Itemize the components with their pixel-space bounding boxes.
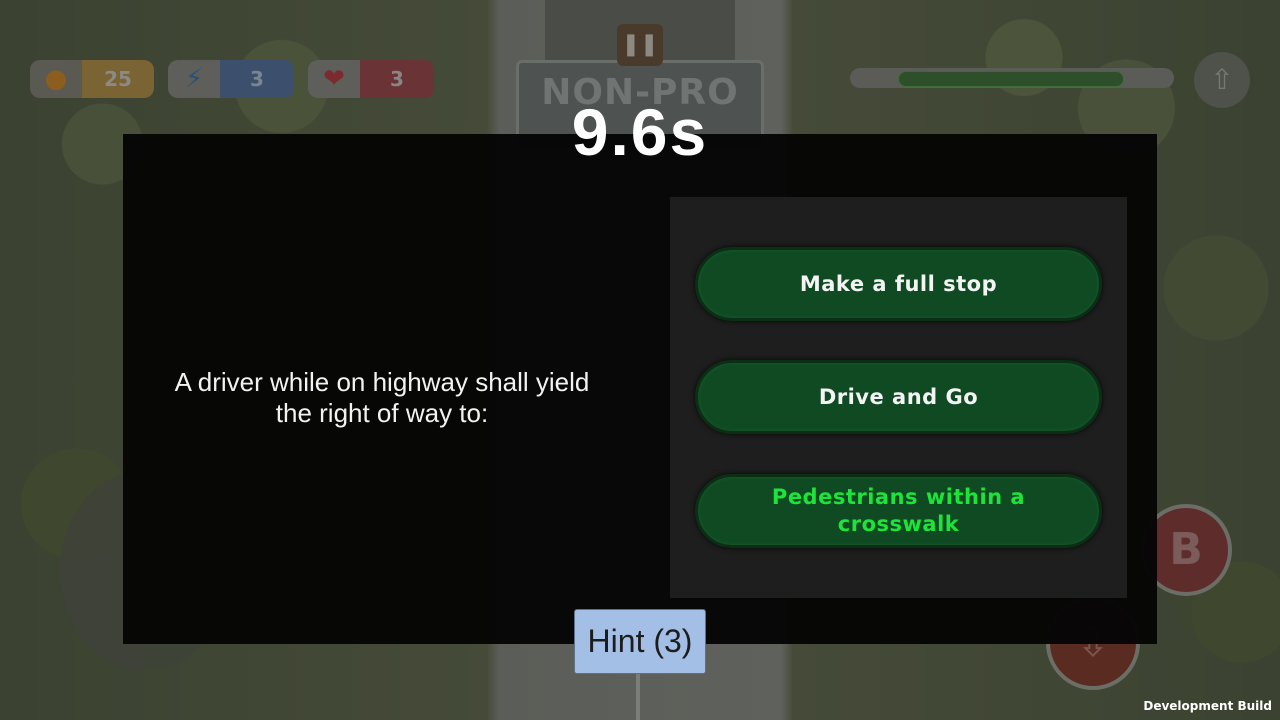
answer-button-2[interactable]: Drive and Go (695, 360, 1102, 434)
pause-icon: ❚❚ (621, 32, 659, 57)
energy-value: 3 (220, 60, 294, 98)
coins-counter: ● 25 (30, 60, 154, 98)
heart-icon: ❤ (308, 60, 360, 98)
development-build-label: Development Build (1143, 699, 1272, 713)
quiz-timer: 9.6s (571, 95, 709, 169)
coin-icon: ● (30, 60, 82, 98)
level-progress-bar (850, 68, 1174, 88)
lightning-icon: ⚡ (168, 60, 220, 98)
coins-value: 25 (82, 60, 154, 98)
level-progress-fill (898, 71, 1125, 87)
arrow-up-icon: ⇧ (1210, 63, 1234, 96)
lives-counter: ❤ 3 (308, 60, 434, 98)
lives-value: 3 (360, 60, 434, 98)
answer-button-3[interactable]: Pedestrians within a crosswalk (695, 474, 1102, 548)
answer-button-1[interactable]: Make a full stop (695, 247, 1102, 321)
quiz-question: A driver while on highway shall yield th… (174, 367, 590, 428)
energy-counter: ⚡ 3 (168, 60, 294, 98)
pause-button[interactable]: ❚❚ (617, 24, 663, 66)
b-button-label: B (1169, 524, 1203, 575)
hint-button[interactable]: Hint (3) (574, 609, 706, 674)
